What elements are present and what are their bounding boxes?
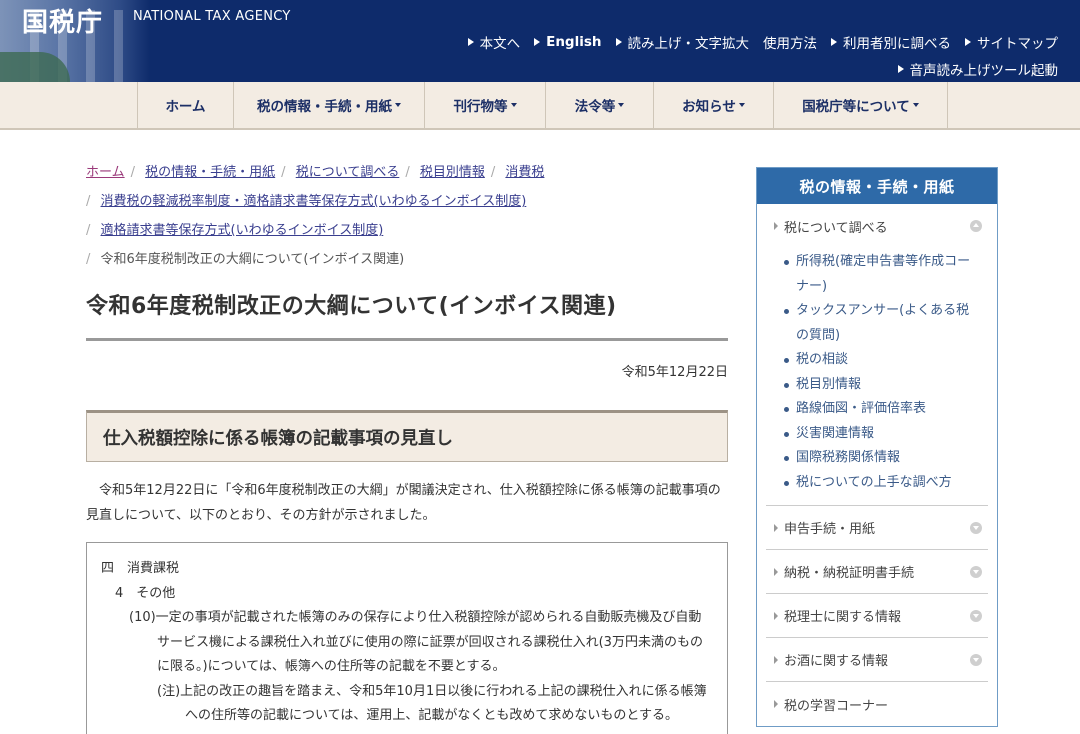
triangle-right-icon bbox=[774, 700, 778, 708]
site-header: 国税庁 NATIONAL TAX AGENCY 本文へ English 読み上げ… bbox=[0, 0, 1080, 82]
caret-down-icon bbox=[912, 103, 919, 107]
sidebar: 税の情報・手続・用紙 税について調べる 所得税(確定申告書等作成コーナー) タッ… bbox=[756, 167, 998, 727]
triangle-right-icon bbox=[831, 38, 837, 46]
expand-icon[interactable] bbox=[970, 565, 982, 578]
triangle-right-icon bbox=[774, 611, 778, 620]
breadcrumb-current: 令和6年度税制改正の大綱について(インボイス関連) bbox=[100, 252, 405, 267]
sidebar-category-tax-research[interactable]: 税について調べる bbox=[766, 204, 988, 248]
caret-down-icon bbox=[510, 103, 517, 107]
sidebar-category-tax-accountant[interactable]: 税理士に関する情報 bbox=[766, 594, 988, 638]
sidebar-link-tax-items[interactable]: 税目別情報 bbox=[784, 373, 978, 398]
site-logo-english: NATIONAL TAX AGENCY bbox=[133, 9, 291, 24]
nav-home[interactable]: ホーム bbox=[138, 82, 234, 128]
sidebar-link-consultation[interactable]: 税の相談 bbox=[784, 348, 978, 373]
nav-publications[interactable]: 刊行物等 bbox=[425, 82, 546, 128]
search-by-user-link[interactable]: 利用者別に調べる bbox=[831, 32, 951, 52]
expand-icon[interactable] bbox=[970, 653, 982, 666]
sidebar-link-disaster[interactable]: 災害関連情報 bbox=[784, 422, 978, 447]
sidebar-category-liquor[interactable]: お酒に関する情報 bbox=[766, 638, 988, 682]
sidebar-title: 税の情報・手続・用紙 bbox=[757, 168, 997, 204]
caret-down-icon bbox=[618, 103, 625, 107]
utility-links: 本文へ English 読み上げ・文字拡大 使用方法 利用者別に調べる サイトマ… bbox=[467, 32, 1058, 52]
triangle-right-icon bbox=[534, 38, 541, 46]
sidebar-link-list: 所得税(確定申告書等作成コーナー) タックスアンサー(よくある税の質問) 税の相… bbox=[766, 248, 988, 506]
collapse-icon[interactable] bbox=[970, 220, 982, 232]
nav-laws[interactable]: 法令等 bbox=[546, 82, 654, 128]
expand-icon[interactable] bbox=[970, 521, 982, 534]
quote-item-10: (10)一定の事項が記載された帳簿のみの保存により仕入税額控除が認められる自動販… bbox=[129, 610, 703, 674]
english-link[interactable]: English bbox=[534, 32, 602, 52]
section-heading: 仕入税額控除に係る帳簿の記載事項の見直し bbox=[86, 410, 728, 462]
publish-date: 令和5年12月22日 bbox=[621, 365, 728, 380]
quote-item-4: 4 その他 bbox=[115, 585, 176, 601]
sidebar-link-search-tips[interactable]: 税についての上手な調べ方 bbox=[784, 471, 978, 496]
breadcrumb-reduced-rate[interactable]: 消費税の軽減税率制度・適格請求書等保存方式(いわゆるインボイス制度) bbox=[101, 194, 527, 209]
nav-about-nta[interactable]: 国税庁等について bbox=[774, 82, 948, 128]
breadcrumb-consumption-tax[interactable]: 消費税 bbox=[505, 165, 544, 180]
main-content: ホーム / 税の情報・手続・用紙 / 税について調べる / 税目別情報 / 消費税 / … bbox=[86, 158, 728, 734]
skip-to-content-link[interactable]: 本文へ bbox=[467, 32, 520, 52]
global-nav: ホーム 税の情報・手続・用紙 刊行物等 法令等 お知らせ 国税庁等について bbox=[0, 82, 1080, 130]
sidebar-category-learning[interactable]: 税の学習コーナー bbox=[766, 682, 988, 726]
nav-notices[interactable]: お知らせ bbox=[654, 82, 774, 128]
breadcrumb: ホーム / 税の情報・手続・用紙 / 税について調べる / 税目別情報 / 消費税 bbox=[86, 165, 545, 180]
breadcrumb-tax-items[interactable]: 税目別情報 bbox=[420, 165, 485, 180]
triangle-right-icon bbox=[897, 65, 904, 73]
triangle-right-icon bbox=[774, 567, 778, 576]
read-aloud-zoom-link[interactable]: 読み上げ・文字拡大 bbox=[615, 32, 749, 52]
triangle-right-icon bbox=[965, 38, 971, 46]
sidebar-category-payment[interactable]: 納税・納税証明書手続 bbox=[766, 550, 988, 594]
triangle-right-icon bbox=[774, 523, 778, 532]
breadcrumb-invoice-system[interactable]: 適格請求書等保存方式(いわゆるインボイス制度) bbox=[101, 223, 384, 238]
sidebar-link-tax-answer[interactable]: タックスアンサー(よくある税の質問) bbox=[784, 299, 978, 348]
expand-icon[interactable] bbox=[970, 609, 982, 622]
breadcrumb-tax-research[interactable]: 税について調べる bbox=[296, 165, 400, 180]
intro-paragraph: 令和5年12月22日に「令和6年度税制改正の大綱」が閣議決定され、仕入税額控除に… bbox=[86, 483, 721, 523]
voice-tool-link[interactable]: 音声読み上げツール起動 bbox=[897, 59, 1058, 79]
usage-link[interactable]: 使用方法 bbox=[763, 32, 817, 52]
triangle-right-icon bbox=[774, 222, 778, 230]
caret-down-icon bbox=[395, 103, 401, 107]
quote-note: (注)上記の改正の趣旨を踏まえ、令和5年10月1日以後に行われる上記の課税仕入れ… bbox=[157, 683, 707, 724]
triangle-right-icon bbox=[774, 655, 778, 664]
nav-tax-info[interactable]: 税の情報・手続・用紙 bbox=[234, 82, 425, 128]
page-title: 令和6年度税制改正の大綱について(インボイス関連) bbox=[86, 288, 728, 341]
caret-down-icon bbox=[738, 103, 745, 107]
breadcrumb-tax-info[interactable]: 税の情報・手続・用紙 bbox=[145, 165, 275, 180]
site-logo[interactable]: 国税庁 bbox=[22, 2, 103, 39]
triangle-right-icon bbox=[615, 38, 622, 46]
quote-section-4: 四 消費課税 bbox=[101, 561, 180, 576]
sidebar-category-filing[interactable]: 申告手続・用紙 bbox=[766, 506, 988, 550]
sidebar-link-international[interactable]: 国際税務関係情報 bbox=[784, 446, 978, 471]
sidebar-link-route-price[interactable]: 路線価図・評価倍率表 bbox=[784, 397, 978, 422]
triangle-right-icon bbox=[467, 38, 474, 46]
sidebar-link-income-tax[interactable]: 所得税(確定申告書等作成コーナー) bbox=[784, 250, 978, 299]
breadcrumb-home[interactable]: ホーム bbox=[86, 165, 125, 180]
sitemap-link[interactable]: サイトマップ bbox=[965, 32, 1058, 52]
quoted-excerpt: 四 消費課税 4 その他 (10)一定の事項が記載された帳簿のみの保存により仕入… bbox=[86, 542, 728, 734]
